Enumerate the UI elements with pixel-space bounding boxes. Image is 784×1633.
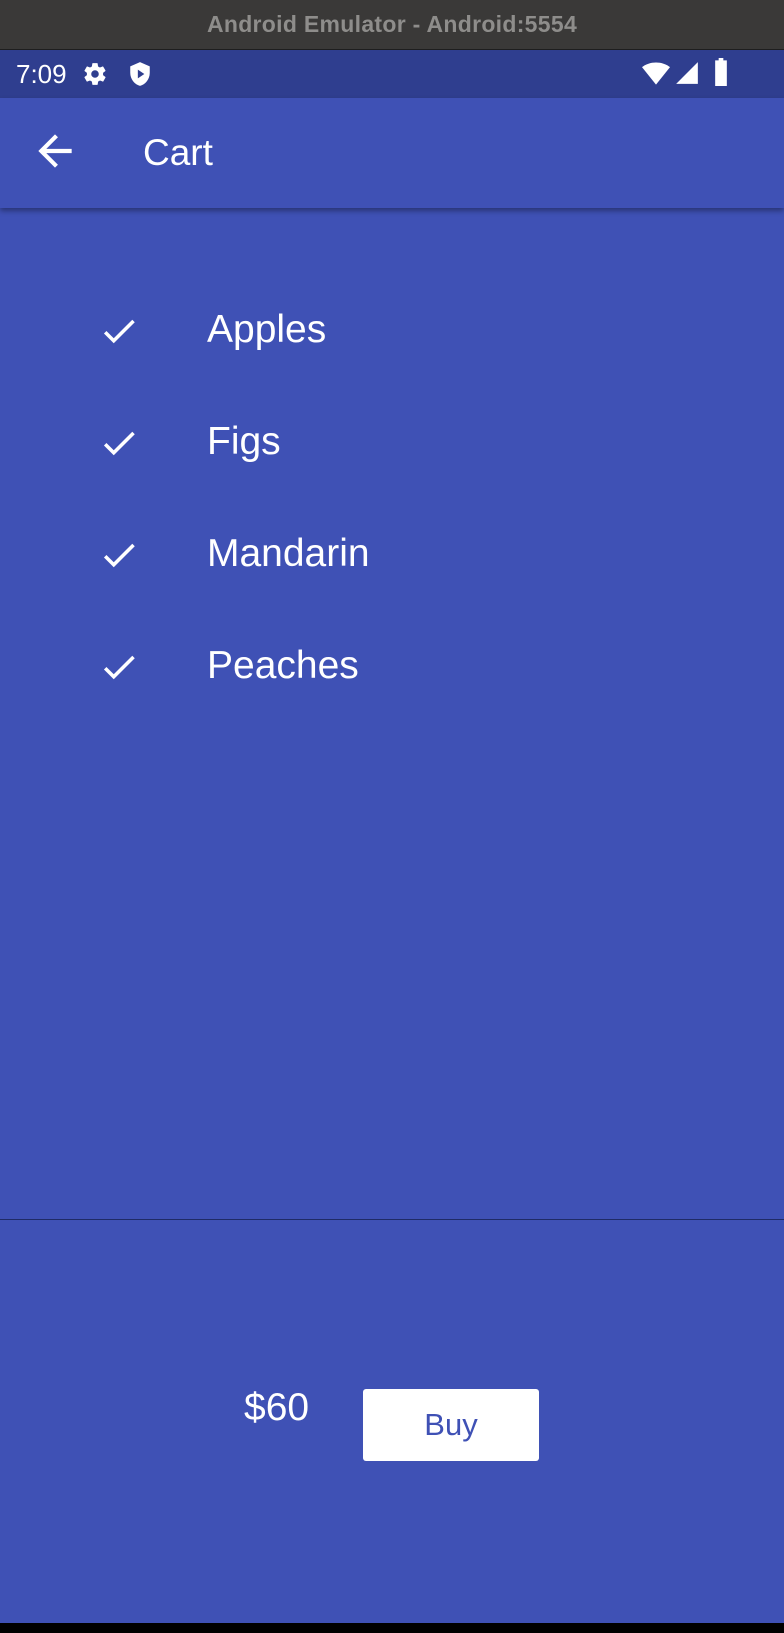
page-title: Cart bbox=[143, 132, 213, 173]
check-icon bbox=[103, 319, 135, 344]
back-button[interactable] bbox=[30, 126, 80, 176]
status-bar: 7:09 bbox=[0, 50, 784, 98]
status-time: 7:09 bbox=[16, 59, 67, 89]
emulator-title-bar: Android Emulator - Android:5554 bbox=[0, 0, 784, 50]
emulator-title: Android Emulator - Android:5554 bbox=[206, 11, 578, 37]
check-icon bbox=[103, 655, 135, 680]
signal-icon bbox=[674, 60, 700, 91]
gear-icon bbox=[82, 61, 108, 92]
arrow-back-icon bbox=[38, 134, 72, 168]
navigation-bar bbox=[0, 1623, 784, 1633]
app-bar: Cart bbox=[0, 98, 784, 208]
list-item[interactable]: Apples bbox=[0, 280, 784, 380]
battery-icon bbox=[713, 58, 729, 91]
wifi-icon bbox=[642, 60, 670, 91]
cart-total: $60 bbox=[244, 1386, 310, 1429]
item-label: Peaches bbox=[207, 644, 359, 687]
device-screen: 7:09 Cart Apples Figs Mandarin Peaches $… bbox=[0, 50, 784, 1633]
list-item[interactable]: Mandarin bbox=[0, 504, 784, 604]
item-label: Apples bbox=[207, 308, 327, 351]
emulator-window: Android Emulator - Android:5554 7:09 Car… bbox=[0, 0, 784, 1633]
cart-list: Apples Figs Mandarin Peaches bbox=[0, 208, 784, 1219]
check-icon bbox=[103, 543, 135, 568]
item-label: Mandarin bbox=[207, 532, 370, 575]
list-item[interactable]: Figs bbox=[0, 392, 784, 492]
buy-button[interactable]: Buy bbox=[363, 1389, 539, 1461]
check-icon bbox=[103, 431, 135, 456]
shield-play-icon bbox=[127, 61, 153, 92]
item-label: Figs bbox=[207, 420, 281, 463]
checkout-panel: $60 Buy bbox=[0, 1220, 784, 1623]
list-item[interactable]: Peaches bbox=[0, 616, 784, 716]
